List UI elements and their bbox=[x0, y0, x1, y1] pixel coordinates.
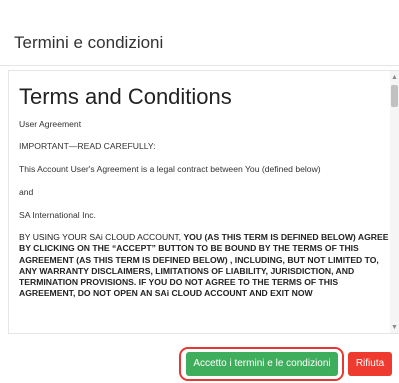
terms-paragraph: BY USING YOUR SAi CLOUD ACCOUNT, YOU (AS… bbox=[19, 232, 389, 300]
scroll-up-arrow-icon[interactable]: ▲ bbox=[390, 73, 399, 83]
vertical-scrollbar[interactable]: ▲ ▼ bbox=[390, 71, 399, 333]
terms-dialog: Termini e condizioni Terms and Condition… bbox=[0, 0, 399, 383]
decline-button[interactable]: Rifiuta bbox=[348, 352, 392, 376]
terms-heading: Terms and Conditions bbox=[19, 84, 232, 109]
and-text: and bbox=[19, 187, 34, 197]
dialog-footer: Accetto i termini e le condizioni Rifiut… bbox=[0, 337, 399, 383]
dialog-header: Termini e condizioni bbox=[0, 0, 399, 66]
legal-contract-text: This Account User's Agreement is a legal… bbox=[19, 164, 321, 174]
scrollbar-thumb[interactable] bbox=[391, 85, 398, 107]
important-notice: IMPORTANT—READ CAREFULLY: bbox=[19, 141, 156, 151]
scroll-down-arrow-icon[interactable]: ▼ bbox=[390, 323, 399, 333]
company-name: SA International Inc. bbox=[19, 210, 96, 220]
user-agreement-label: User Agreement bbox=[19, 119, 82, 129]
dialog-title: Termini e condizioni bbox=[14, 33, 164, 52]
accept-terms-button[interactable]: Accetto i termini e le condizioni bbox=[186, 352, 338, 376]
terms-content: Terms and Conditions User Agreement IMPO… bbox=[19, 71, 391, 300]
terms-intro: BY USING YOUR SAi CLOUD ACCOUNT, bbox=[19, 232, 184, 242]
terms-scroll-area[interactable]: Terms and Conditions User Agreement IMPO… bbox=[8, 70, 399, 334]
